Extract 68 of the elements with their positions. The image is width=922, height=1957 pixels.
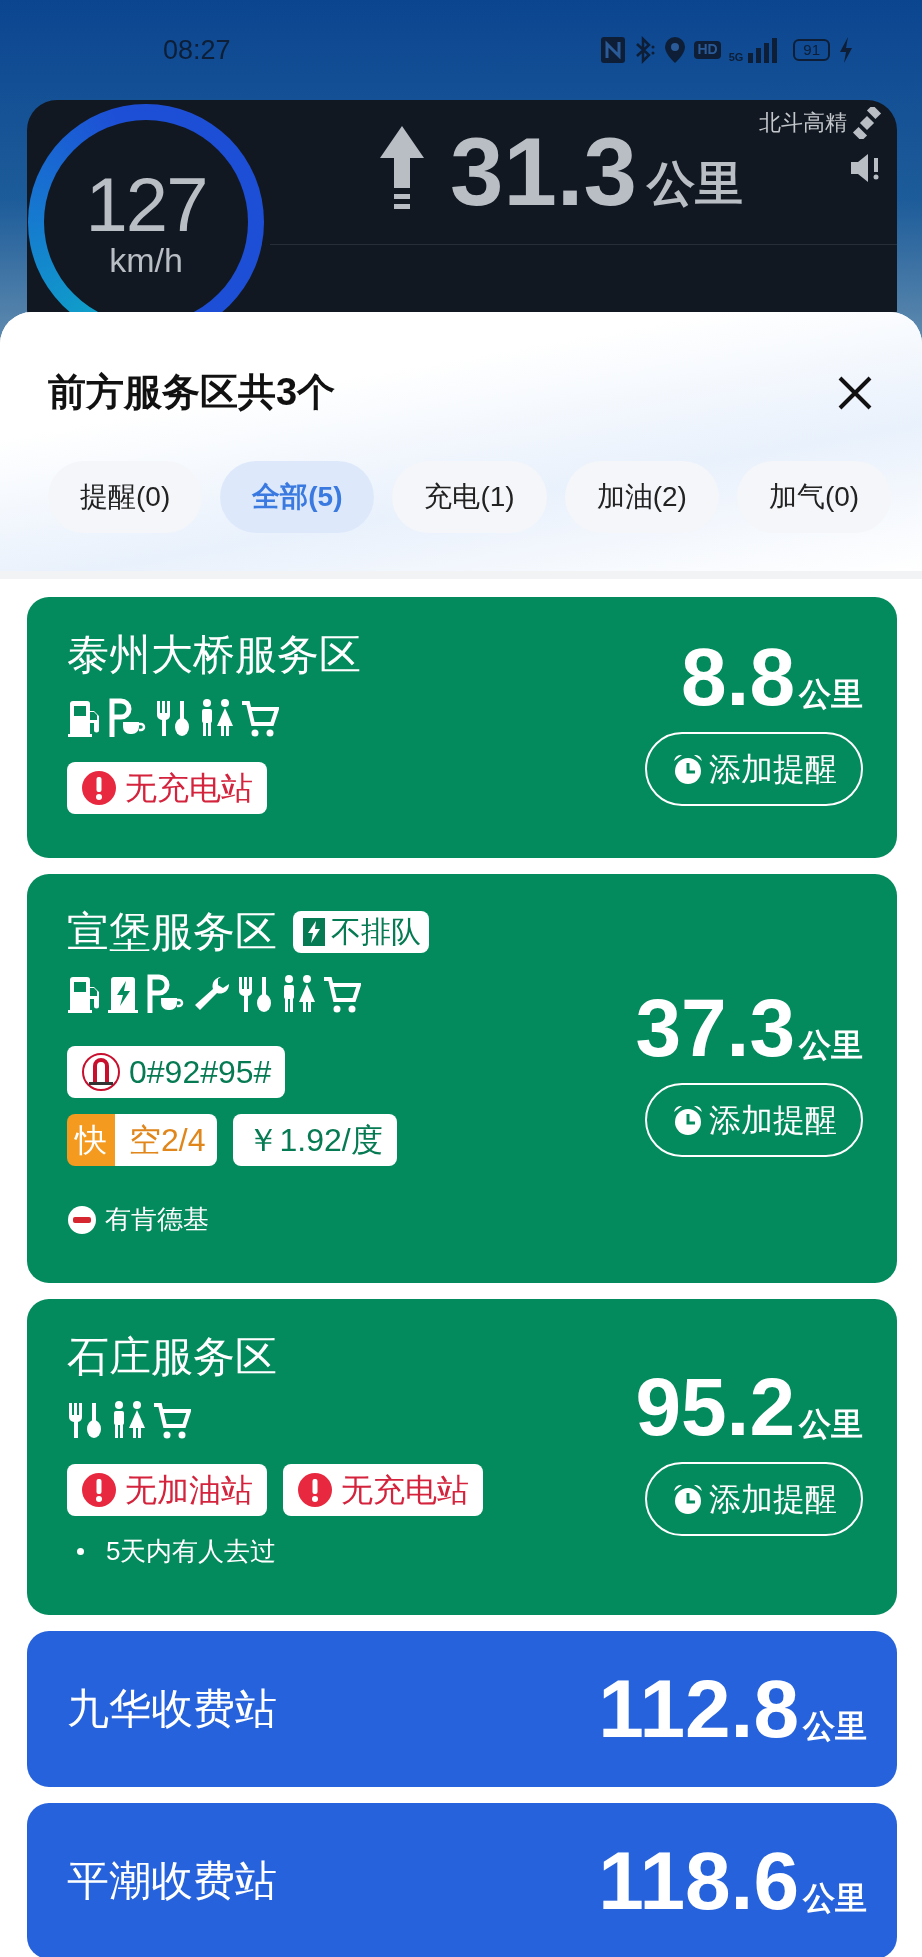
warning-icon <box>297 1471 333 1508</box>
distance-unit: 公里 <box>803 1706 867 1746</box>
toll-station-card[interactable]: 九华收费站 112.8公里 <box>27 1630 897 1787</box>
service-area-name: 泰州大桥服务区 <box>67 630 361 680</box>
nfc-icon <box>600 36 627 64</box>
visit-note: 有肯德基 <box>105 1203 209 1236</box>
distance-unit: 公里 <box>799 1404 863 1444</box>
signal-icon <box>747 37 778 63</box>
filter-tab[interactable]: 全部(5) <box>220 461 375 533</box>
warning-label: 无充电站 <box>341 1470 469 1510</box>
warning-label: 无加油站 <box>125 1470 253 1510</box>
distance-unit: 公里 <box>799 675 863 715</box>
speed-value: 127 <box>85 167 207 243</box>
distance-value: 37.3 <box>635 987 795 1070</box>
distance-unit: 公里 <box>799 1026 863 1066</box>
distance-unit: 公里 <box>646 156 743 212</box>
warning-icon <box>81 769 117 806</box>
clock-time: 08:27 <box>163 33 231 67</box>
service-area-card[interactable]: 石庄服务区 无加油站 无充电站 5天内有人去过 95.2公里 添加提醒 <box>27 1299 897 1615</box>
add-reminder-button[interactable]: 添加提醒 <box>645 1461 863 1536</box>
distance-value: 118.6 <box>598 1839 799 1922</box>
satellite-icon <box>851 106 883 139</box>
warning-icon <box>81 1471 117 1508</box>
distance-value: 31.3 <box>450 124 637 220</box>
charging-station-icon <box>301 915 327 948</box>
warning-label: 无充电站 <box>125 768 253 808</box>
restaurant-logo-icon <box>67 1204 97 1235</box>
close-icon <box>837 374 873 411</box>
distance-value: 8.8 <box>681 636 795 719</box>
positioning-label: 北斗高精 <box>759 109 847 137</box>
distance-value: 112.8 <box>598 1667 799 1750</box>
bluetooth-icon <box>634 36 657 64</box>
distance-unit: 公里 <box>803 1878 867 1918</box>
filter-tab[interactable]: 加气(0) <box>736 461 892 533</box>
filter-tab[interactable]: 加油(2) <box>564 461 719 533</box>
service-area-name: 宣堡服务区 <box>67 906 277 957</box>
charger-availability: 空2/4 <box>115 1114 218 1166</box>
charging-station-icon <box>107 974 139 1014</box>
hd-indicator: HD <box>694 41 721 59</box>
shopping-cart-icon <box>323 974 361 1014</box>
service-area-card[interactable]: 宣堡服务区 不排队 0#92#95# 快 空2/4 ￥1.92/度 有肯德基 37.3公里 添加提醒 <box>27 873 897 1283</box>
alarm-clock-icon <box>671 752 705 787</box>
queue-status: 不排队 <box>331 913 421 950</box>
distance-value: 95.2 <box>635 1365 795 1448</box>
charging-price: ￥1.92/度 <box>233 1114 397 1166</box>
battery-level: 91 <box>793 39 830 61</box>
charger-speed-tag: 快 <box>67 1114 115 1166</box>
brand-logo-icon <box>81 1052 121 1092</box>
service-area-card[interactable]: 泰州大桥服务区 无充电站 8.8公里 添加提醒 <box>27 597 897 858</box>
filter-tab[interactable]: 充电(1) <box>392 461 547 533</box>
network-type: 5G <box>728 52 744 63</box>
add-reminder-button[interactable]: 添加提醒 <box>645 732 863 807</box>
charging-icon <box>838 36 854 64</box>
location-pin-icon <box>664 36 687 64</box>
sheet-title: 前方服务区共3个 <box>48 370 336 415</box>
bullet-icon <box>77 1547 84 1555</box>
alarm-clock-icon <box>671 1103 705 1138</box>
fuel-types: 0#92#95# <box>129 1053 272 1092</box>
fork-spoon-icon <box>237 974 273 1014</box>
service-area-name: 石庄服务区 <box>67 1332 277 1382</box>
toll-station-card[interactable]: 平潮收费站 118.6公里 <box>27 1802 897 1957</box>
filter-tab[interactable]: 提醒(0) <box>48 461 203 533</box>
toll-station-name: 九华收费站 <box>67 1684 277 1734</box>
add-reminder-button[interactable]: 添加提醒 <box>645 1083 863 1158</box>
speed-unit: km/h <box>109 243 183 277</box>
toll-station-name: 平潮收费站 <box>67 1856 277 1906</box>
visit-note: 5天内有人去过 <box>106 1534 277 1568</box>
gas-pump-icon <box>67 974 101 1014</box>
